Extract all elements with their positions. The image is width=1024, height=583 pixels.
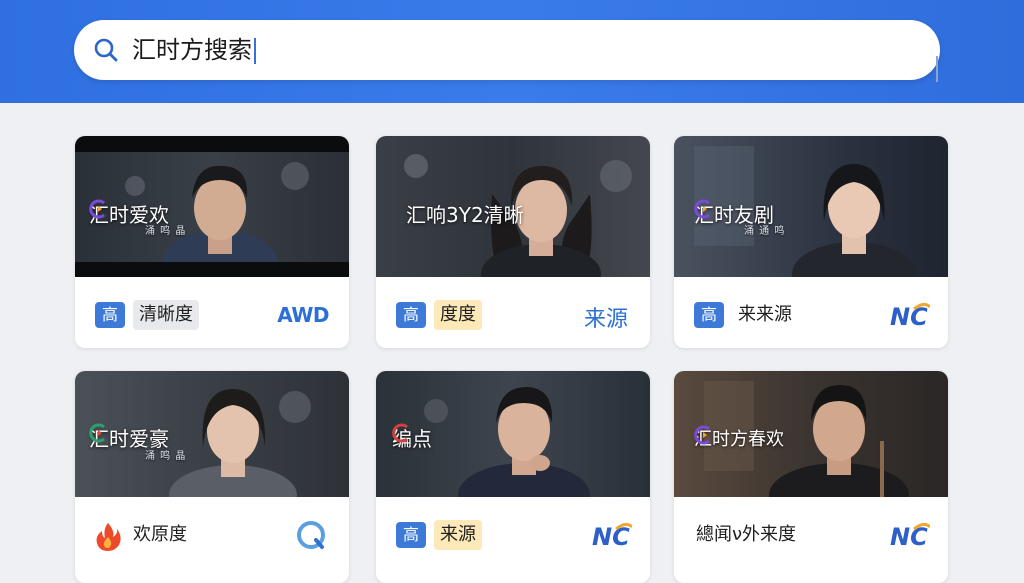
video-thumbnail[interactable]: 编点 [376, 371, 650, 497]
source-label[interactable]: 来源 [584, 301, 628, 333]
card-footer: 高 度度 来源 [376, 277, 650, 348]
video-card[interactable]: 汇时友剧 涌 通 鸣 高 来来源 NC [674, 136, 948, 348]
brand-logo-text: NC [890, 523, 928, 551]
overlay-title: 汇响3Y2清晰 [406, 199, 524, 228]
nc-brand-logo-icon[interactable]: NC [592, 519, 632, 551]
video-card[interactable]: 汇响3Y2清晰 高 度度 来源 [376, 136, 650, 348]
hd-badge-icon: 高 [396, 522, 426, 548]
card-footer: 高 清晰度 AWD [75, 277, 349, 348]
search-box[interactable]: 汇时方搜索 [74, 20, 940, 80]
channel-logo-icon [89, 199, 105, 219]
channel-logo-icon [89, 423, 105, 443]
overlay-subtitle: 涌 通 鸣 [744, 226, 786, 237]
video-card[interactable]: 编点 高 来源 NC [376, 371, 650, 583]
video-card[interactable]: 汇时方春欢 總闻ν外来度 NC [674, 371, 948, 583]
channel-logo-icon [392, 423, 408, 443]
source-brand[interactable]: AWD [277, 303, 329, 327]
source-tag[interactable]: 来来源 [732, 300, 798, 330]
overlay-title: 编点 [392, 423, 432, 452]
brand-logo-text: NC [592, 523, 630, 551]
card-footer: 欢原度 Q [75, 497, 349, 568]
video-thumbnail[interactable]: 汇时友剧 涌 通 鸣 [674, 136, 948, 277]
overlay-subtitle: 涌 鸣 晶 [145, 226, 187, 237]
search-icon[interactable] [92, 36, 120, 64]
brand-logo-text: NC [890, 303, 928, 331]
top-bar: 汇时方搜索 [0, 0, 1024, 103]
hd-badge-icon: 高 [396, 302, 426, 328]
card-footer: 高 来源 NC [376, 497, 650, 568]
video-thumbnail[interactable]: 汇时爱欢 涌 鸣 晶 [75, 136, 349, 277]
search-input[interactable]: 汇时方搜索 [132, 34, 256, 66]
video-thumbnail[interactable]: 汇响3Y2清晰 [376, 136, 650, 277]
hd-badge-icon: 高 [694, 302, 724, 328]
q-brand-logo-icon[interactable]: Q [291, 519, 331, 551]
fire-icon [96, 523, 121, 551]
video-thumbnail[interactable]: 汇时爱豪 涌 鸣 晶 [75, 371, 349, 497]
popularity-tag[interactable]: 欢原度 [127, 520, 193, 550]
nc-brand-logo-icon[interactable]: NC [890, 519, 930, 551]
nc-brand-logo-icon[interactable]: NC [890, 299, 930, 331]
quality-tag[interactable]: 清晰度 [133, 300, 199, 330]
source-tag[interactable]: 来源 [434, 520, 482, 550]
video-thumbnail[interactable]: 汇时方春欢 [674, 371, 948, 497]
overlay-title-text: 汇响3Y2清晰 [406, 203, 524, 227]
hd-badge-icon: 高 [95, 302, 125, 328]
overlay-title: 汇时方春欢 [694, 425, 784, 451]
video-card[interactable]: 汇时爱豪 涌 鸣 晶 欢原度 Q [75, 371, 349, 583]
channel-logo-icon [694, 425, 710, 445]
overlay-subtitle: 涌 鸣 晶 [145, 451, 187, 462]
text-caret [254, 38, 256, 64]
channel-logo-icon [694, 199, 710, 219]
card-footer: 總闻ν外来度 NC [674, 497, 948, 568]
search-query: 汇时方搜索 [132, 36, 252, 64]
scroll-indicator [936, 56, 938, 82]
card-footer: 高 来来源 NC [674, 277, 948, 348]
video-card[interactable]: 汇时爱欢 涌 鸣 晶 高 清晰度 AWD [75, 136, 349, 348]
source-tag[interactable]: 總闻ν外来度 [690, 520, 802, 550]
quality-tag[interactable]: 度度 [434, 300, 482, 330]
